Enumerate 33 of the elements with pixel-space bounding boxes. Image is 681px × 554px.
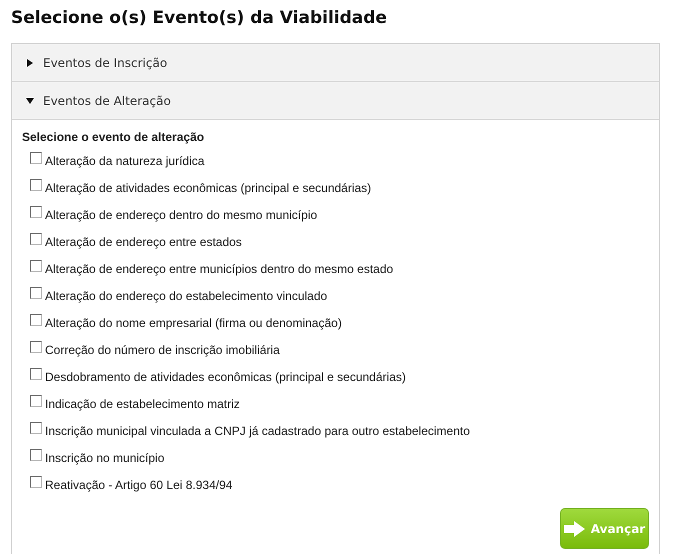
section-prompt: Selecione o evento de alteração [22,130,206,144]
option-label: Alteração da natureza jurídica [45,152,204,170]
caret-down-icon [26,96,34,104]
checkbox[interactable] [30,394,42,406]
option-label: Alteração de endereço entre municípios dentro do mesmo estado [45,260,394,278]
checkbox[interactable] [30,422,42,434]
checkbox[interactable] [30,152,42,164]
option-label: Alteração de atividades econômicas (principal e secundárias) [45,180,372,196]
option-label: Alteração de endereço entre estados [45,234,242,250]
checkbox[interactable] [30,476,42,488]
option-label: Alteração de endereço dentro do mesmo município [45,206,318,224]
section-header[interactable]: Eventos de Inscrição [12,44,659,82]
checkbox[interactable] [30,340,42,352]
arrow-right-icon [564,520,585,536]
checkbox[interactable] [30,206,42,218]
option-label: Inscrição municipal vinculada a CNPJ já cadastrado para outro estabelecimento [45,422,470,440]
checkbox[interactable] [30,260,42,272]
section-header[interactable]: Eventos de Alteração [12,82,659,120]
option-label: Alteração do endereço do estabelecimento vinculado [45,288,328,304]
checkbox[interactable] [30,178,42,190]
option-label: Reativação - Artigo 60 Lei 8.934/94 [45,476,232,494]
option-label: Alteração do nome empresarial (firma ou denominação) [45,314,342,332]
option-label: Correção do número de inscrição imobiliária [45,342,280,358]
option-label: Desdobramento de atividades econômicas (principal e secundárias) [45,368,406,386]
page-title: Selecione o(s) Evento(s) da Viabilidade [11,7,388,30]
option-label: Indicação de estabelecimento matriz [45,396,240,412]
checkbox[interactable] [30,368,42,380]
checkbox[interactable] [30,448,42,460]
caret-right-icon [26,58,34,66]
checkbox[interactable] [30,232,42,244]
checkbox[interactable] [30,286,42,298]
option-label: Inscrição no município [45,450,164,466]
checkbox[interactable] [30,314,42,326]
